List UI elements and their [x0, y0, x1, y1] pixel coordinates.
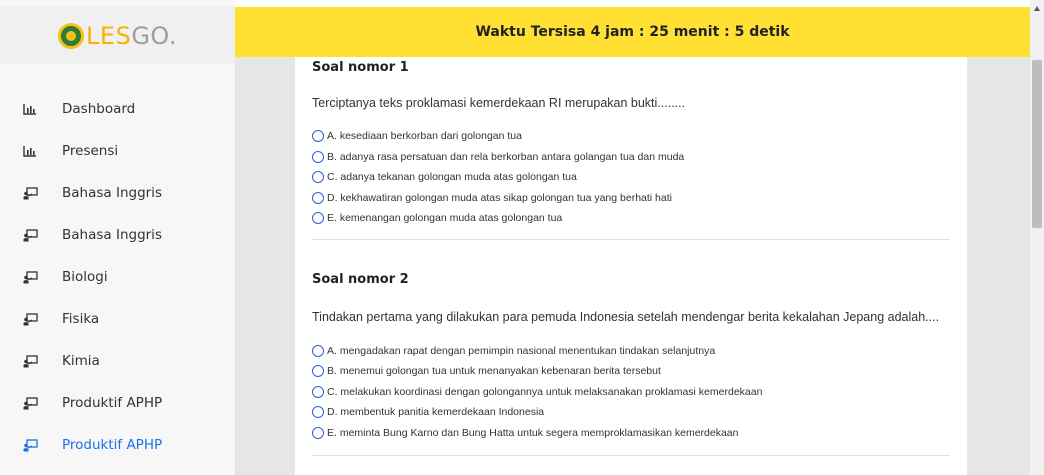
logo-emblem-icon: [58, 22, 85, 49]
option-list: A. mengadakan rapat dengan pemimpin nasi…: [312, 341, 950, 444]
sidebar-item-label: Produktif APHP: [62, 437, 163, 453]
option-list: A. kesediaan berkorban dari golongan tua…: [312, 126, 950, 229]
sidebar-item-label: Presensi: [62, 143, 119, 159]
answer-option[interactable]: E. meminta Bung Karno dan Bung Hatta unt…: [312, 423, 950, 444]
sidebar-item-bahasa-inggris[interactable]: Bahasa Inggris: [0, 214, 235, 256]
scroll-up-arrow-icon[interactable]: [1034, 6, 1040, 11]
radio-button[interactable]: [312, 212, 324, 225]
sidebar-item-biologi[interactable]: Biologi: [0, 256, 235, 298]
sidebar-nav: Dashboard Presensi Bahasa Inggris Bahasa In…: [0, 88, 235, 466]
divider: [312, 455, 950, 456]
bar-chart-icon: [22, 144, 38, 158]
answer-option[interactable]: B. menemui golongan tua untuk menanyakan…: [312, 361, 950, 382]
answer-option[interactable]: A. mengadakan rapat dengan pemimpin nasi…: [312, 341, 950, 362]
logo-text: LESGO.: [86, 22, 177, 50]
sidebar: LESGO. Dashboard Presensi Bahasa Inggris Ba…: [0, 0, 235, 475]
bar-chart-icon: [22, 102, 38, 116]
option-label: B. menemui golongan tua untuk menanyakan…: [327, 365, 661, 378]
radio-button[interactable]: [312, 171, 324, 184]
answer-option[interactable]: C. adanya tekanan golongan muda atas gol…: [312, 167, 950, 188]
sidebar-item-label: Bahasa Inggris: [62, 185, 162, 201]
answer-option[interactable]: C. melakukan koordinasi dengan golongann…: [312, 382, 950, 403]
option-label: D. kekhawatiran golongan muda atas sikap…: [327, 191, 672, 204]
classroom-icon: [22, 396, 38, 410]
classroom-icon: [22, 228, 38, 242]
classroom-icon: [22, 186, 38, 200]
option-label: A. kesediaan berkorban dari golongan tua: [327, 130, 522, 143]
option-label: E. kemenangan golongan muda atas golonga…: [327, 212, 563, 225]
sidebar-item-fisika[interactable]: Fisika: [0, 298, 235, 340]
answer-option[interactable]: E. kemenangan golongan muda atas golonga…: [312, 208, 950, 229]
radio-button[interactable]: [312, 426, 324, 439]
answer-option[interactable]: D. membentuk panitia kemerdekaan Indones…: [312, 402, 950, 423]
question-card: Soal nomor 1 Terciptanya teks proklamasi…: [295, 57, 967, 475]
option-label: A. mengadakan rapat dengan pemimpin nasi…: [327, 344, 716, 357]
sidebar-item-kimia[interactable]: Kimia: [0, 340, 235, 382]
option-label: E. meminta Bung Karno dan Bung Hatta unt…: [327, 426, 739, 439]
radio-button[interactable]: [312, 385, 324, 398]
sidebar-item-produktif-aphp[interactable]: Produktif APHP: [0, 382, 235, 424]
sidebar-item-label: Biologi: [62, 269, 108, 285]
classroom-icon: [22, 312, 38, 326]
sidebar-item-dashboard[interactable]: Dashboard: [0, 88, 235, 130]
answer-option[interactable]: A. kesediaan berkorban dari golongan tua: [312, 126, 950, 147]
question-title: Soal nomor 2: [312, 271, 409, 287]
logo-bar: LESGO.: [0, 7, 235, 64]
classroom-icon: [22, 270, 38, 284]
option-label: C. adanya tekanan golongan muda atas gol…: [327, 171, 577, 184]
question-1: Soal nomor 1 Terciptanya teks proklamasi…: [295, 57, 967, 229]
sidebar-item-label: Kimia: [62, 353, 100, 369]
radio-button[interactable]: [312, 406, 324, 419]
sidebar-item-produktif-aphp[interactable]: Produktif APHP: [0, 424, 235, 466]
scroll-thumb[interactable]: [1032, 60, 1042, 228]
app-logo[interactable]: LESGO.: [58, 22, 177, 50]
option-label: B. adanya rasa persatuan dan rela berkor…: [327, 150, 685, 163]
question-text: Tindakan pertama yang dilakukan para pem…: [312, 309, 940, 324]
sidebar-item-label: Bahasa Inggris: [62, 227, 162, 243]
question-2: Soal nomor 2 Tindakan pertama yang dilak…: [295, 240, 967, 444]
radio-button[interactable]: [312, 191, 324, 204]
timer-bar: Waktu Tersisa 4 jam : 25 menit : 5 detik: [235, 7, 1030, 57]
radio-button[interactable]: [312, 130, 324, 143]
option-label: D. membentuk panitia kemerdekaan Indones…: [327, 406, 545, 419]
sidebar-item-presensi[interactable]: Presensi: [0, 130, 235, 172]
option-label: C. melakukan koordinasi dengan golongann…: [327, 385, 763, 398]
classroom-icon: [22, 438, 38, 452]
logo-text-gray: GO.: [131, 21, 177, 50]
time-remaining: Waktu Tersisa 4 jam : 25 menit : 5 detik: [475, 24, 790, 40]
sidebar-item-label: Fisika: [62, 311, 100, 327]
page-scrollbar[interactable]: [1030, 0, 1044, 475]
question-title: Soal nomor 1: [312, 60, 409, 75]
logo-text-colored: LES: [86, 21, 132, 50]
radio-button[interactable]: [312, 150, 324, 163]
sidebar-item-bahasa-inggris[interactable]: Bahasa Inggris: [0, 172, 235, 214]
question-text: Terciptanya teks proklamasi kemerdekaan …: [312, 96, 686, 110]
radio-button[interactable]: [312, 365, 324, 378]
sidebar-item-label: Produktif APHP: [62, 395, 163, 411]
answer-option[interactable]: D. kekhawatiran golongan muda atas sikap…: [312, 188, 950, 209]
sidebar-item-label: Dashboard: [62, 101, 136, 117]
answer-option[interactable]: B. adanya rasa persatuan dan rela berkor…: [312, 147, 950, 168]
classroom-icon: [22, 354, 38, 368]
radio-button[interactable]: [312, 344, 324, 357]
